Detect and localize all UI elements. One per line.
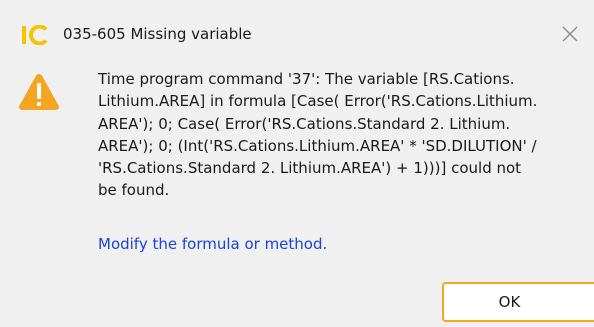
message-line: AREA'); 0; Case( Error('RS.Cations.Stand… [98, 114, 511, 133]
error-dialog: 035-605 Missing variable Time program co… [0, 0, 594, 327]
warning-triangle-icon [18, 74, 60, 110]
message-line: AREA'); 0; (Int('RS.Cations.Lithium.AREA… [98, 136, 537, 155]
message-line: Time program command '37': The variable … [98, 70, 515, 88]
modify-formula-link[interactable]: Modify the formula or method. [98, 234, 327, 254]
dialog-title: 035-605 Missing variable [63, 25, 252, 43]
title-bar: 035-605 Missing variable [0, 0, 594, 64]
ok-button[interactable]: OK [442, 282, 594, 322]
close-icon[interactable] [558, 22, 582, 46]
message-line: be found. [98, 181, 170, 200]
message-line: 'RS.Cations.Standard 2. Lithium.AREA') +… [98, 159, 522, 178]
message-line: Lithium.AREA] in formula [Case( Error('R… [98, 92, 538, 111]
error-message: Time program command '37': The variable … [98, 68, 578, 202]
ic-logo-icon [22, 25, 48, 45]
